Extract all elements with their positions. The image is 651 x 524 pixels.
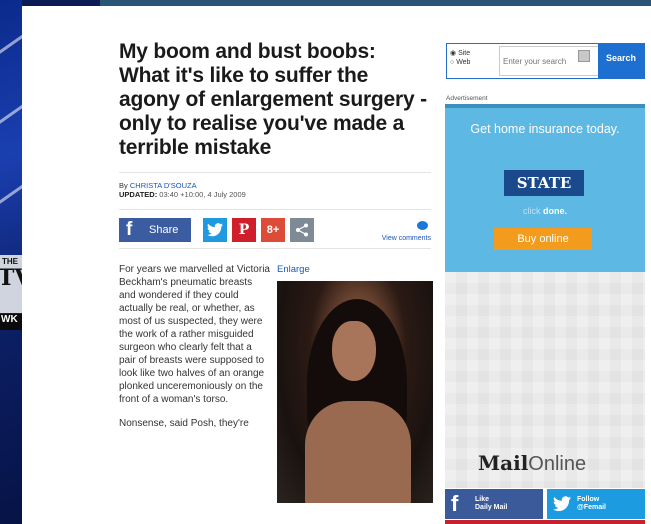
ad-buy-online-button[interactable]: Buy online <box>494 228 592 250</box>
article-body: For years we marvelled at Victoria Beckh… <box>119 263 433 503</box>
twitter-follow-button[interactable]: Follow @Femail <box>547 489 645 519</box>
search-option-site[interactable]: ◉ Site <box>450 49 470 58</box>
tv-logo: THE TV <box>0 255 22 313</box>
facebook-like-button[interactable]: f Like Daily Mail <box>445 489 543 519</box>
search-option-web[interactable]: ○ Web <box>450 58 470 67</box>
author-link[interactable]: CHRISTA D'SOUZA <box>130 181 197 190</box>
tv-overlay-strip: THE TV WK <box>0 0 22 524</box>
facebook-share-button[interactable]: f Share <box>119 218 191 242</box>
light-beam <box>0 95 22 128</box>
search-button[interactable]: Search <box>598 44 644 78</box>
view-comments-link[interactable]: View comments <box>382 235 431 242</box>
updated-label: UPDATED: <box>119 190 158 199</box>
mailonline-logo[interactable]: MailOnline <box>478 451 586 476</box>
search-scope: ◉ Site ○ Web <box>450 49 470 67</box>
article-headline: My boom and bust boobs: What it's like t… <box>119 40 427 159</box>
ad-tagline: click done. <box>523 206 567 216</box>
twitter-share-button[interactable] <box>203 218 227 242</box>
next-social-bar[interactable] <box>445 520 645 524</box>
light-beam <box>0 25 22 58</box>
ad-brand-logo: STATE <box>504 170 584 196</box>
enlarge-link[interactable]: Enlarge <box>277 264 310 275</box>
light-beam <box>0 175 22 208</box>
ad-headline: Get home insurance today. <box>470 122 620 136</box>
insurance-ad[interactable]: Get home insurance today. STATE click do… <box>445 104 645 272</box>
more-share-button[interactable] <box>290 218 314 242</box>
facebook-icon: f <box>451 491 459 516</box>
ad-top-strip <box>445 104 645 108</box>
top-bar <box>22 0 651 6</box>
byline-prefix: By <box>119 181 128 190</box>
article: My boom and bust boobs: What it's like t… <box>119 40 433 503</box>
article-figure: Enlarge <box>277 259 433 503</box>
byline: By CHRISTA D'SOUZA UPDATED: 03:40 +10:00… <box>119 172 431 199</box>
comment-bubble-icon <box>417 221 428 230</box>
facebook-icon: f <box>126 219 133 240</box>
article-paragraph: Nonsense, said Posh, they're <box>119 418 249 429</box>
search-box: ◉ Site ○ Web Search <box>446 43 645 79</box>
share-label: Share <box>149 224 179 236</box>
advertisement-label: Advertisement <box>446 95 488 102</box>
googleplus-icon: 8+ <box>266 224 280 236</box>
twitter-bird-icon <box>553 496 571 512</box>
updated-date: 03:40 +10:00, 4 July 2009 <box>159 190 246 199</box>
tv-tag: WK <box>0 314 22 330</box>
article-photo[interactable] <box>277 281 433 503</box>
pinterest-icon: P <box>238 222 250 238</box>
share-icon <box>296 223 308 237</box>
pinterest-share-button[interactable]: P <box>232 218 256 242</box>
twitter-bird-icon <box>207 223 223 237</box>
share-toolbar: f Share P 8+ View comments <box>119 209 431 249</box>
googleplus-share-button[interactable]: 8+ <box>261 218 285 242</box>
article-paragraph: For years we marvelled at Victoria Beckh… <box>119 264 270 405</box>
search-magnifier-icon[interactable] <box>578 50 590 62</box>
